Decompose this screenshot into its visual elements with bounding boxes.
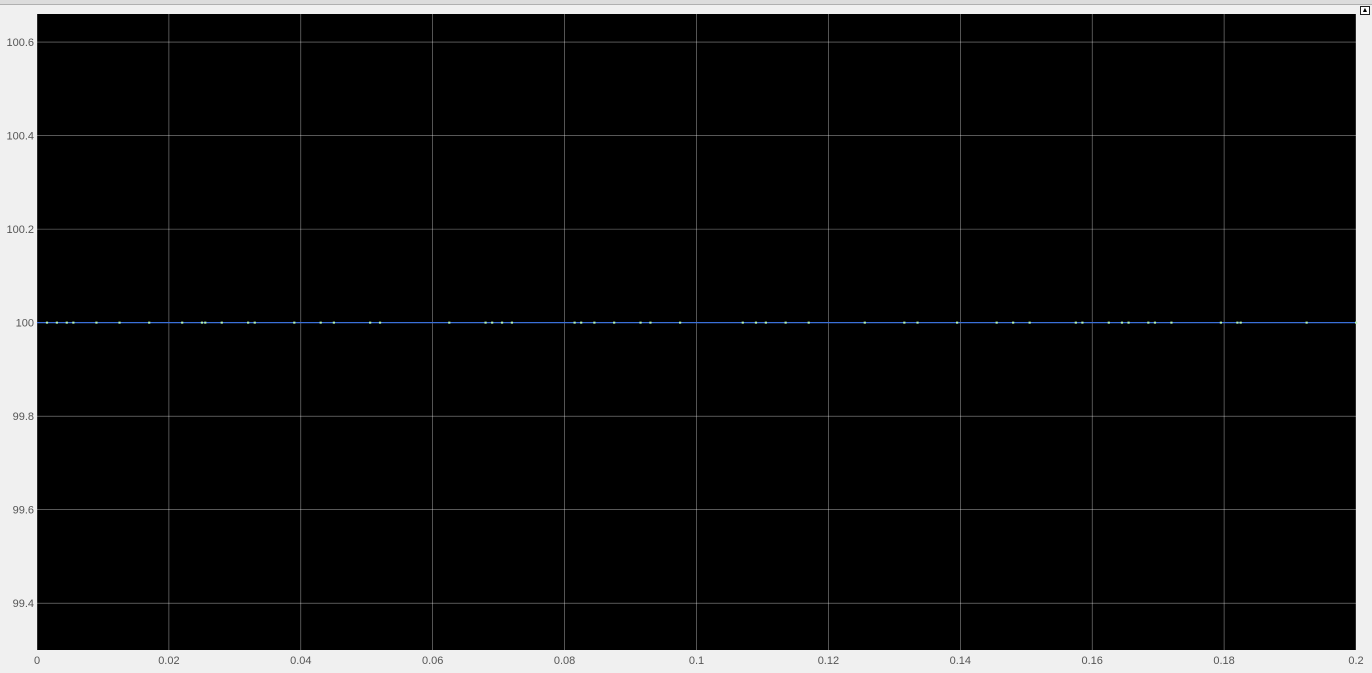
data-marker: [573, 321, 576, 324]
data-marker: [1236, 321, 1239, 324]
y-tick-label: 100.4: [6, 131, 34, 143]
data-marker: [319, 321, 322, 324]
data-marker: [1107, 321, 1110, 324]
data-marker: [1074, 321, 1077, 324]
data-marker: [118, 321, 121, 324]
data-marker: [378, 321, 382, 324]
y-tick-label: 100.2: [6, 224, 34, 236]
data-marker: [1153, 321, 1157, 324]
data-marker: [754, 321, 758, 324]
data-marker: [247, 321, 250, 324]
data-marker: [220, 321, 223, 324]
x-tick-label: 0.06: [422, 655, 443, 667]
y-tick-labels: 100.6 100.4 100.2 100 99.8 99.6 99.4: [6, 37, 34, 610]
x-tick-label: 0: [34, 655, 40, 667]
data-marker: [484, 321, 487, 324]
data-marker: [1012, 321, 1015, 324]
data-marker: [72, 321, 75, 324]
data-marker: [1305, 321, 1308, 324]
x-tick-label: 0.04: [290, 655, 311, 667]
data-marker: [1355, 321, 1358, 324]
x-tick-label: 0.02: [158, 655, 179, 667]
data-marker: [995, 321, 998, 324]
x-tick-label: 0.18: [1213, 655, 1234, 667]
data-marker: [95, 321, 98, 324]
data-marker: [204, 321, 207, 324]
data-marker: [55, 321, 58, 324]
data-marker: [448, 321, 451, 324]
data-marker: [491, 321, 494, 324]
y-tick-label: 100.6: [6, 37, 34, 49]
data-marker: [639, 321, 642, 324]
y-tick-label: 99.6: [13, 505, 34, 517]
data-marker: [649, 321, 652, 324]
data-marker: [807, 321, 810, 324]
y-tick-label: 99.8: [13, 411, 34, 423]
x-tick-label: 0.12: [818, 655, 839, 667]
data-marker: [181, 321, 184, 324]
y-tick-label: 99.4: [13, 598, 34, 610]
data-marker: [593, 321, 596, 324]
data-marker: [200, 321, 204, 324]
data-marker: [1120, 321, 1124, 324]
data-marker: [1147, 321, 1150, 324]
y-tick-label: 100: [16, 318, 34, 330]
data-marker: [293, 321, 296, 324]
scope-chart: 0 0.02 0.04 0.06 0.08 0.1 0.12 0.14 0.16 0.18 0.2 …: [6, 14, 1364, 667]
data-marker: [1170, 321, 1173, 324]
data-marker: [1219, 321, 1223, 324]
data-marker: [903, 321, 906, 324]
x-tick-label: 0.2: [1348, 655, 1363, 667]
data-marker: [741, 321, 744, 324]
data-marker: [1081, 321, 1084, 324]
x-tick-label: 0.1: [689, 655, 704, 667]
data-marker: [956, 321, 959, 324]
data-marker: [580, 321, 583, 324]
data-marker: [253, 321, 256, 324]
x-tick-label: 0.14: [950, 655, 971, 667]
data-marker: [863, 321, 866, 324]
data-marker: [65, 321, 68, 324]
data-marker: [500, 321, 504, 324]
data-marker: [1239, 321, 1242, 324]
data-marker: [679, 321, 682, 324]
data-marker: [332, 321, 335, 324]
data-marker: [369, 321, 372, 324]
x-tick-label: 0.16: [1081, 655, 1102, 667]
data-marker: [613, 321, 616, 324]
x-tick-label: 0.08: [554, 655, 575, 667]
data-marker: [1028, 321, 1031, 324]
data-marker: [764, 321, 767, 324]
data-marker: [784, 321, 787, 324]
data-marker: [45, 321, 49, 324]
data-marker: [148, 321, 151, 324]
data-marker: [1127, 321, 1130, 324]
data-marker: [916, 321, 919, 324]
x-tick-labels: 0 0.02 0.04 0.06 0.08 0.1 0.12 0.14 0.16 0.18 0.2: [34, 655, 1364, 667]
data-marker: [510, 321, 514, 324]
